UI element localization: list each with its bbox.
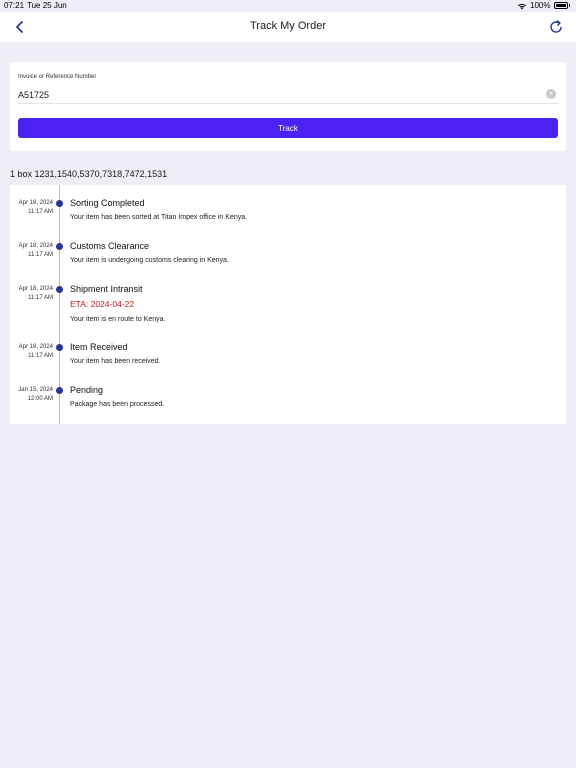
event-title: Shipment Intransit	[70, 284, 143, 294]
event-description: Your item is undergoing customs clearing…	[70, 257, 229, 264]
event-description: Your item has been sorted at Titan Impex…	[70, 214, 248, 221]
search-card: Invoice or Reference Number × Track	[10, 62, 566, 151]
timeline-dot-icon	[56, 243, 63, 250]
invoice-input[interactable]	[18, 86, 558, 104]
status-right: 100%	[517, 1, 570, 10]
timeline-dot-icon	[56, 200, 63, 207]
nav-bar: Track My Order	[0, 12, 576, 42]
event-description: Your item has been received.	[70, 358, 161, 365]
box-summary: 1 box 1231,1540,5370,7318,7472,1531	[10, 169, 168, 179]
event-time: 12:00 AM	[27, 396, 53, 402]
event-title: Item Received	[70, 342, 128, 352]
event-title: Pending	[70, 385, 104, 395]
event-title: Customs Clearance	[70, 241, 150, 251]
battery-percent: 100%	[530, 1, 551, 10]
status-bar: 07:21 Tue 25 Jun 100%	[0, 0, 576, 12]
timeline-card: Apr 18, 2024 11:17 AM Sorting Completed …	[10, 185, 566, 424]
battery-tip	[568, 4, 570, 7]
status-date: Tue 25 Jun	[27, 1, 67, 10]
track-button[interactable]: Track	[18, 118, 558, 138]
event-date: Apr 18, 2024	[18, 200, 53, 206]
event-eta: ETA: 2024-04-22	[70, 299, 135, 309]
event-time: 11:17 AM	[28, 209, 53, 215]
timeline-dot-icon	[56, 344, 63, 351]
timeline-dot-icon	[56, 286, 63, 293]
event-date: Apr 18, 2024	[18, 344, 53, 350]
event-date: Jan 15, 2024	[18, 387, 53, 393]
refresh-icon[interactable]	[548, 19, 564, 35]
event-time: 11:17 AM	[28, 295, 53, 301]
event-time: 11:17 AM	[28, 353, 53, 359]
battery-icon	[553, 2, 568, 9]
event-time: 11:17 AM	[28, 252, 53, 258]
event-description: Package has been processed.	[70, 401, 165, 408]
event-date: Apr 18, 2024	[18, 243, 53, 249]
event-title: Sorting Completed	[70, 198, 145, 208]
event-date: Apr 18, 2024	[18, 286, 53, 292]
timeline-dot-icon	[56, 387, 63, 394]
page-title: Track My Order	[250, 20, 326, 32]
status-time: 07:21	[4, 1, 25, 10]
wifi-icon	[518, 3, 526, 9]
invoice-field-label: Invoice or Reference Number	[18, 74, 97, 80]
event-description: Your item is en route to Kenya.	[70, 316, 166, 323]
clear-input-icon[interactable]: ×	[546, 89, 556, 99]
